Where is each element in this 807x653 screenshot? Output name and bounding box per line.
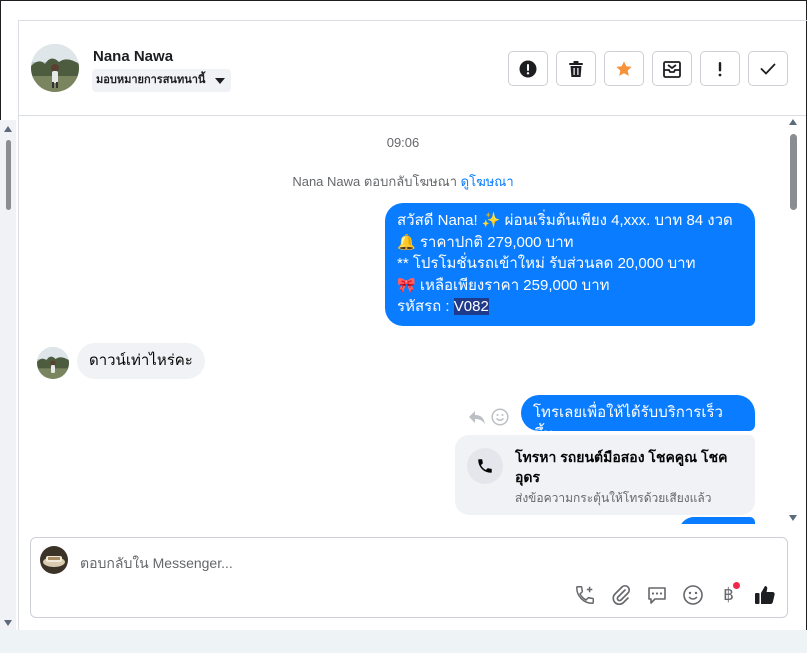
thread-scroll-thumb[interactable] xyxy=(790,134,797,210)
scroll-down-arrow[interactable] xyxy=(789,515,797,521)
baht-icon[interactable]: ฿ xyxy=(716,582,741,607)
promo-line-5: รหัสรถ : V082 xyxy=(397,296,743,318)
reply-icon[interactable] xyxy=(467,408,487,426)
archive-icon xyxy=(663,60,681,78)
scroll-down-arrow[interactable] xyxy=(4,620,12,626)
scroll-up-arrow[interactable] xyxy=(789,119,797,125)
star-button[interactable] xyxy=(604,51,644,86)
reply-input[interactable]: ตอบกลับใน Messenger... xyxy=(80,553,233,575)
composer-tools: ฿ xyxy=(572,582,777,607)
phone-icon xyxy=(467,448,503,484)
mark-important-button[interactable] xyxy=(700,51,740,86)
call-card-subtitle: ส่งข้อความกระตุ้นให้โทรด้วยเสียงแล้ว xyxy=(515,491,712,505)
car-code-selected: V082 xyxy=(453,298,489,315)
archive-button[interactable] xyxy=(652,51,692,86)
star-icon xyxy=(616,60,632,76)
delete-button[interactable] xyxy=(556,51,596,86)
like-icon[interactable] xyxy=(752,582,777,607)
trash-icon xyxy=(569,60,583,77)
promo-line-4: 🎀 เหลือเพียงราคา 259,000 บาท xyxy=(397,276,610,294)
call-plus-icon[interactable] xyxy=(572,582,597,607)
contact-avatar[interactable] xyxy=(31,44,79,92)
scroll-up-arrow[interactable] xyxy=(4,126,12,132)
voice-call-card[interactable]: โทรหา รถยนต์มือสอง โชคคูณ โชค อุดร ส่งข้… xyxy=(455,435,755,515)
baht-symbol: ฿ xyxy=(723,584,734,605)
promo-line-3: ** โปรโมชั่นรถเข้าใหม่ รับส่วนลด 20,000 … xyxy=(397,255,696,272)
promo-line-2: 🔔 ราคาปกติ 279,000 บาท xyxy=(397,233,574,251)
conversation-header: Nana Nawa มอบหมายการสนทนานี้ xyxy=(19,21,806,116)
promo-line-1: สวัสดี Nana! ✨ ผ่อนเริ่มต้นเพียง 4,xxx. … xyxy=(397,212,733,229)
message-timestamp: 09:06 xyxy=(386,135,420,150)
scroll-thumb[interactable] xyxy=(6,140,11,210)
caret-down-icon xyxy=(215,78,226,84)
mark-done-button[interactable] xyxy=(748,51,788,86)
car-code-label: รหัสรถ : xyxy=(397,298,454,315)
exclamation-circle-icon xyxy=(519,60,537,77)
outgoing-promo-message[interactable]: สวัสดี Nana! ✨ ผ่อนเริ่มต้นเพียง 4,xxx. … xyxy=(385,203,755,326)
exclamation-icon xyxy=(718,61,722,76)
page-avatar xyxy=(40,546,68,574)
check-icon xyxy=(760,63,776,75)
contact-avatar-small[interactable] xyxy=(37,347,69,379)
page-footer-strip xyxy=(0,630,807,653)
call-card-title: โทรหา รถยนต์มือสอง โชคคูณ โชค อุดร xyxy=(515,449,728,485)
contact-name[interactable]: Nana Nawa xyxy=(93,48,173,65)
spam-button[interactable] xyxy=(508,51,548,86)
outgoing-message-partial[interactable] xyxy=(679,517,755,524)
ad-reply-text: Nana Nawa ตอบกลับโฆษณา xyxy=(292,174,458,189)
paperclip-icon[interactable] xyxy=(608,582,633,607)
assign-label: มอบหมายการสนทนานี้ xyxy=(96,74,206,86)
view-ad-link[interactable]: ดูโฆษณา xyxy=(461,174,514,189)
notification-dot xyxy=(733,582,740,589)
header-actions xyxy=(508,51,788,86)
reply-composer[interactable]: ตอบกลับใน Messenger... ฿ xyxy=(30,537,788,618)
saved-reply-icon[interactable] xyxy=(644,582,669,607)
message-actions xyxy=(467,408,509,426)
message-thread[interactable]: 09:06 Nana Nawa ตอบกลับโฆษณา ดูโฆษณา สวั… xyxy=(19,117,787,524)
thread-scrollbar[interactable] xyxy=(787,117,806,524)
assign-conversation-dropdown[interactable]: มอบหมายการสนทนานี้ xyxy=(92,69,232,92)
outgoing-call-prompt-message[interactable]: โทรเลยเพื่อให้ได้รับบริการเร็วขึ้น xyxy=(521,395,755,443)
ad-reply-context: Nana Nawa ตอบกลับโฆษณา ดูโฆษณา xyxy=(19,171,787,192)
emoji-icon[interactable] xyxy=(680,582,705,607)
left-scrollbar[interactable] xyxy=(0,120,16,630)
incoming-message[interactable]: ดาวน์เท่าไหร่คะ xyxy=(77,343,205,379)
react-emoji-icon[interactable] xyxy=(491,408,509,426)
